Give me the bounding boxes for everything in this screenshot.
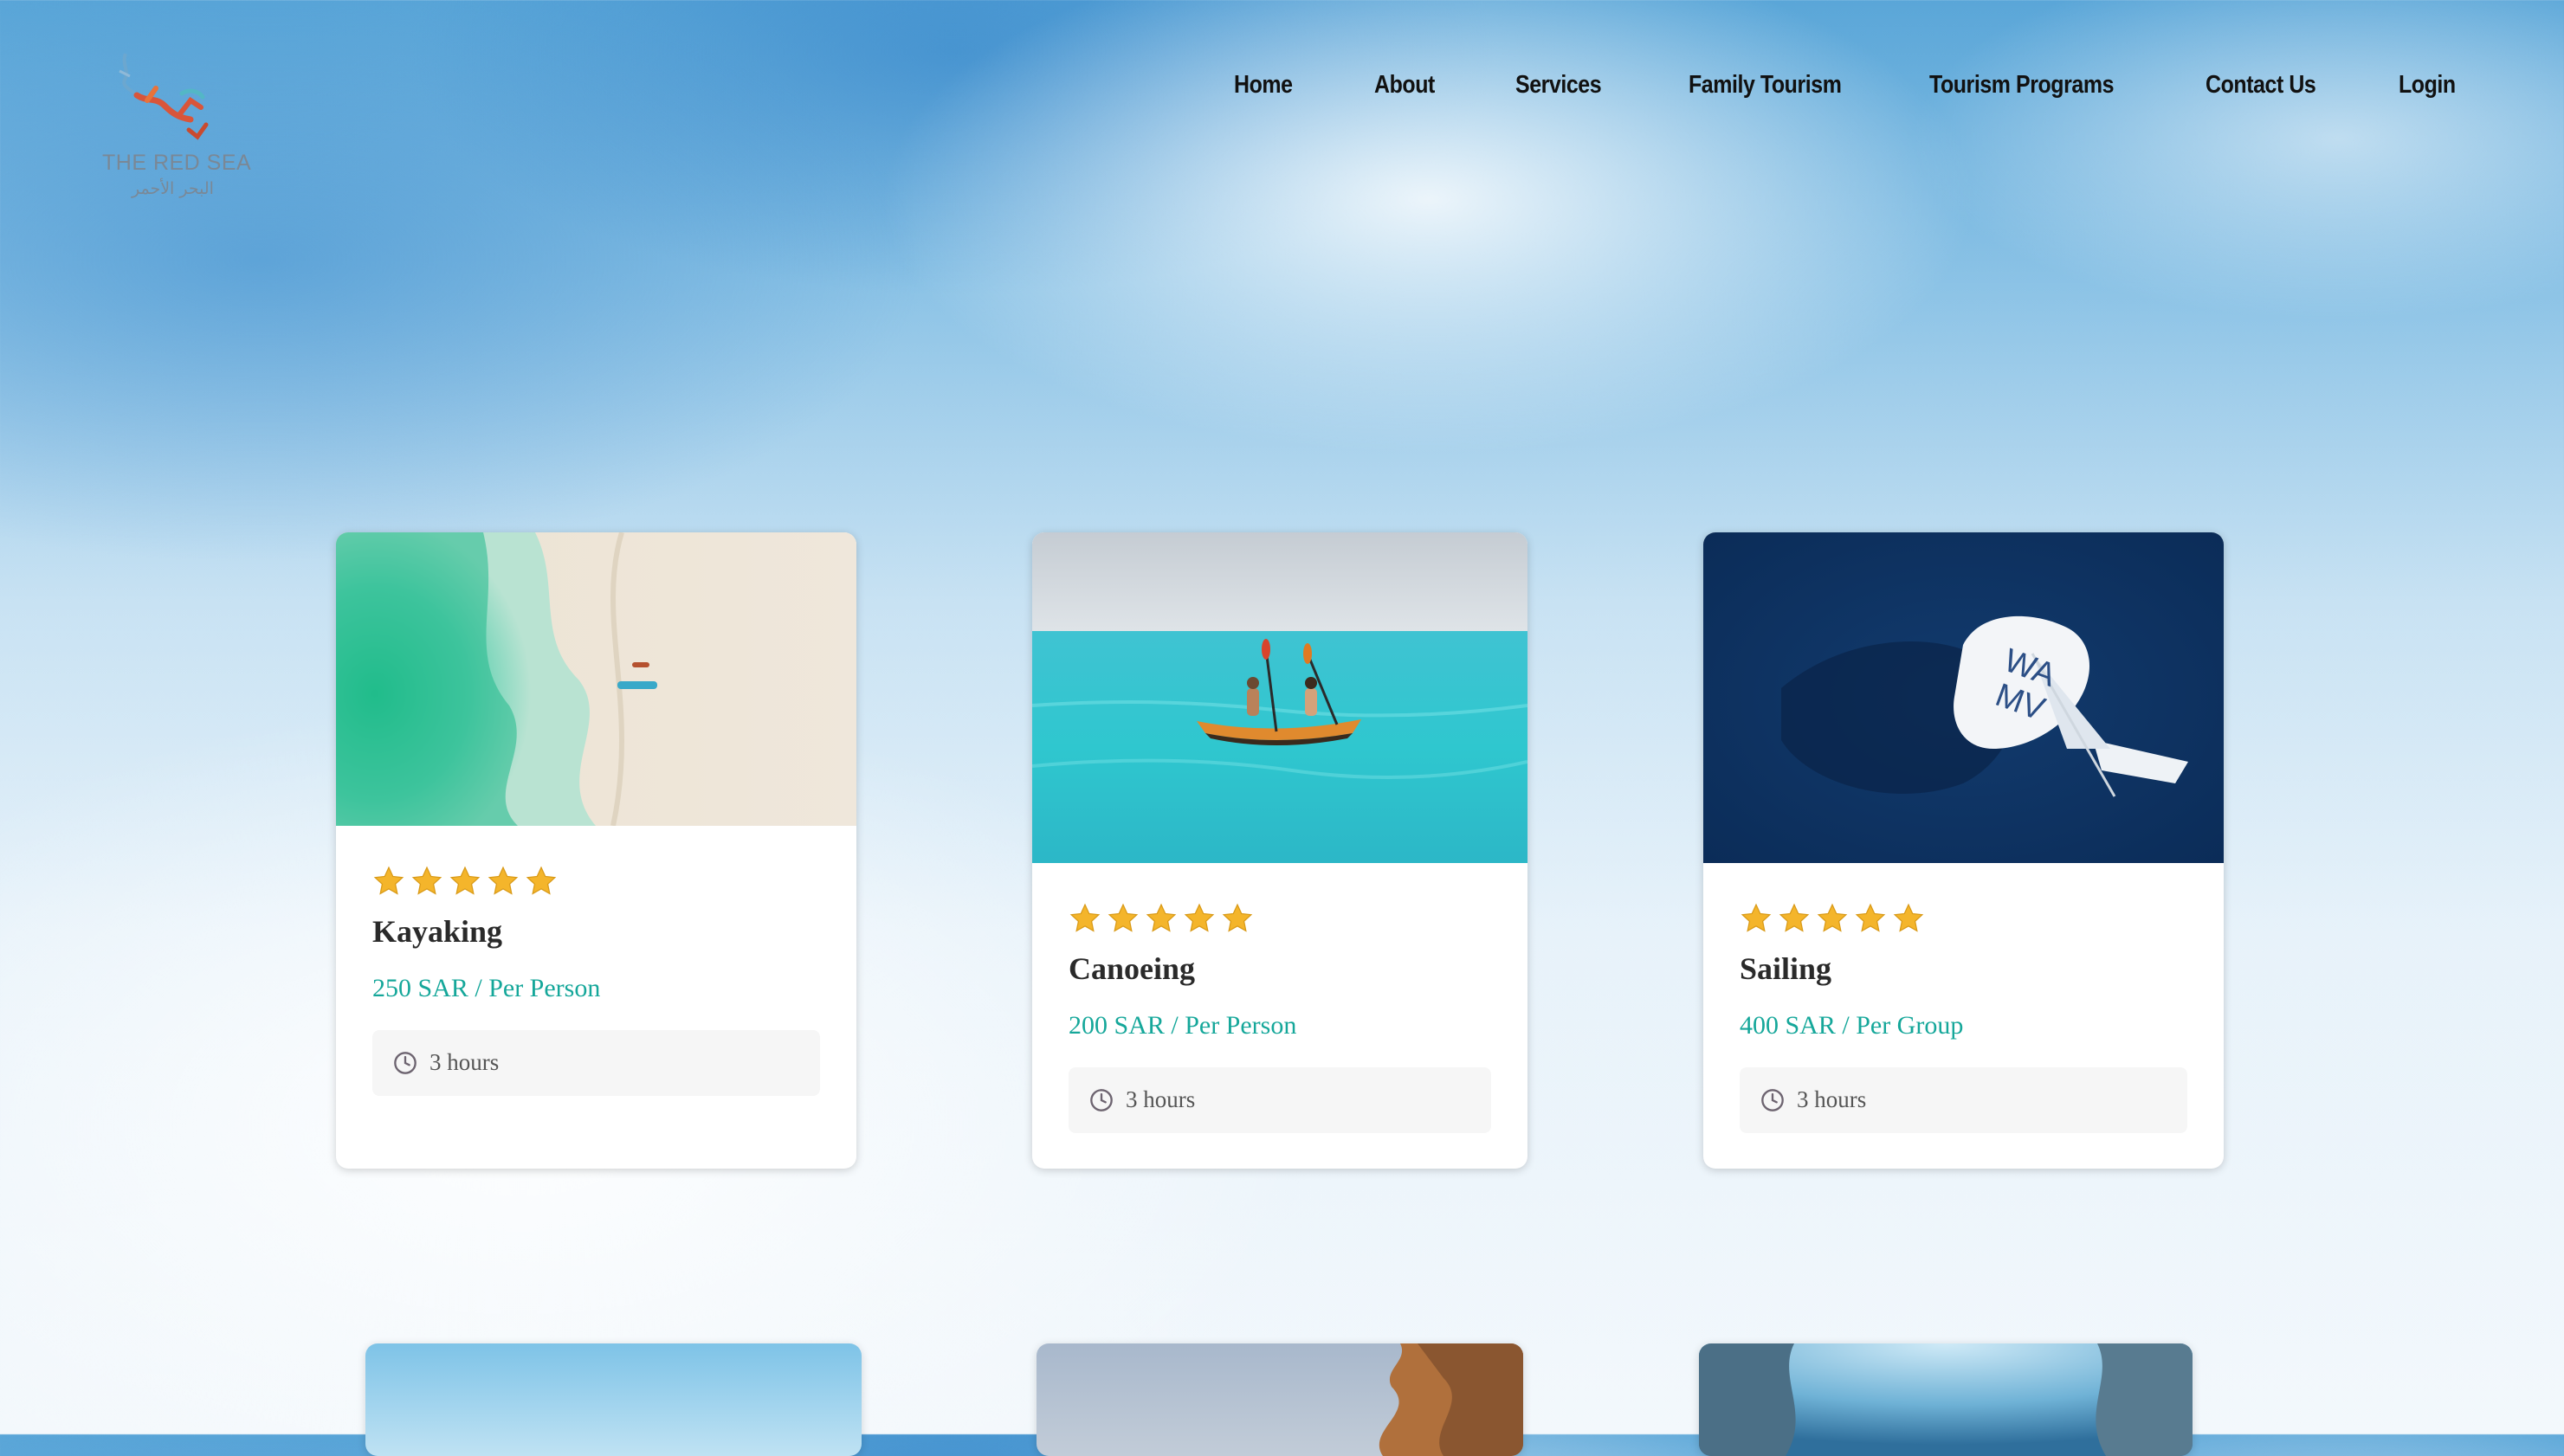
star-icon [526, 866, 557, 895]
card-title: Canoeing [1069, 951, 1196, 986]
nav-tourism-programs[interactable]: Tourism Programs [1929, 71, 2114, 100]
duration-text: 3 hours [1797, 1086, 1867, 1112]
card-kayaking[interactable]: Kayaking 250 SAR / Per Person 3 hours [336, 532, 856, 1169]
card-peek-rocks[interactable] [1037, 1343, 1523, 1456]
nav-about[interactable]: About [1374, 71, 1435, 100]
underwater-photo [1699, 1343, 2193, 1456]
star-icon [411, 866, 442, 895]
brand-name-ar: البحر الأحمر [132, 179, 214, 198]
brand-logo[interactable]: THE RED SEA البحر الأحمر [95, 45, 260, 209]
card-peek-underwater[interactable] [1699, 1343, 2193, 1456]
duration-box: 3 hours [1740, 1067, 2187, 1133]
star-icon [1741, 903, 1772, 932]
star-icon [1146, 903, 1177, 932]
nav-login[interactable]: Login [2399, 71, 2456, 100]
cliff-photo [1037, 1343, 1523, 1456]
sea-canoe-photo [1032, 532, 1527, 863]
card-price: 400 SAR / Per Group [1740, 1011, 1964, 1040]
duration-box: 3 hours [1069, 1067, 1491, 1133]
nav-family-tourism[interactable]: Family Tourism [1689, 71, 1842, 100]
star-icon [1069, 903, 1101, 932]
star-icon [1108, 903, 1139, 932]
card-title: Sailing [1740, 951, 1832, 986]
star-icon [488, 866, 519, 895]
star-icon [1184, 903, 1215, 932]
rating-stars [1740, 902, 1925, 935]
nav-contact-us[interactable]: Contact Us [2206, 71, 2316, 100]
card-title: Kayaking [372, 914, 503, 949]
nav-home[interactable]: Home [1234, 71, 1293, 100]
card-peek-sky[interactable] [365, 1343, 862, 1456]
star-icon [1855, 903, 1886, 932]
rating-stars [372, 865, 558, 898]
duration-text: 3 hours [429, 1049, 500, 1075]
clock-icon [394, 1052, 417, 1074]
card-price: 250 SAR / Per Person [372, 974, 601, 1002]
clock-icon [1090, 1089, 1113, 1111]
card-canoeing[interactable]: Canoeing 200 SAR / Per Person 3 hours [1032, 532, 1527, 1169]
nav-services[interactable]: Services [1515, 71, 1602, 100]
card-price: 200 SAR / Per Person [1069, 1011, 1297, 1040]
card-sailing[interactable]: WA MV Sailing 400 SAR / Per Group 3 hour… [1703, 532, 2224, 1169]
duration-text: 3 hours [1126, 1086, 1196, 1112]
star-icon [1222, 903, 1253, 932]
brand-name-en: THE RED SEA [102, 151, 252, 175]
rating-stars [1069, 902, 1254, 935]
star-icon [1817, 903, 1848, 932]
star-icon [449, 866, 481, 895]
duration-box: 3 hours [372, 1030, 820, 1096]
star-icon [1779, 903, 1810, 932]
clock-icon [1761, 1089, 1784, 1111]
sky-photo [365, 1343, 862, 1456]
star-icon [373, 866, 404, 895]
aerial-sailboat-photo: WA MV [1703, 532, 2224, 863]
main-nav: Home About Services Family Tourism Touri… [0, 71, 2564, 106]
star-icon [1893, 903, 1924, 932]
aerial-beach-kayak-photo [336, 532, 856, 826]
